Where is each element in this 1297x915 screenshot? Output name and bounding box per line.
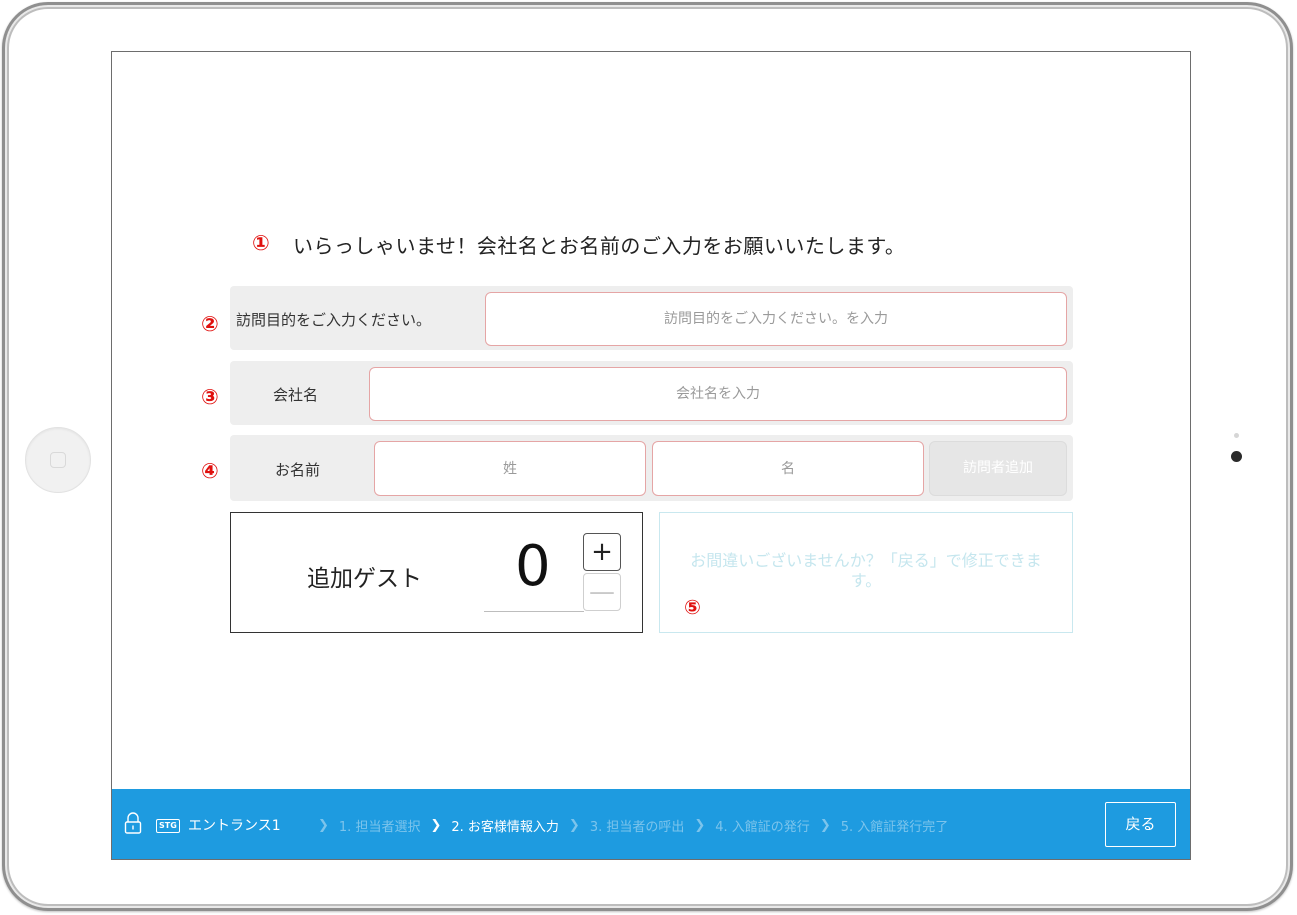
additional-guests-label: 追加ゲスト (307, 566, 422, 592)
annotation-marker-3: ③ (201, 385, 219, 409)
step-3: 3. 担当者の呼出 (589, 819, 685, 835)
company-input[interactable] (369, 367, 1067, 421)
annotation-marker-2: ② (201, 312, 219, 336)
increment-guests-button[interactable]: + (583, 533, 621, 571)
chevron-right-icon: ❯ (430, 817, 442, 833)
purpose-row: 訪問目的をご入力ください。 (230, 286, 1073, 350)
progress-steps: ❯ 1. 担当者選択 ❯ 2. お客様情報入力 ❯ 3. 担当者の呼出 ❯ 4.… (308, 815, 948, 835)
first-name-input[interactable] (652, 441, 924, 496)
chevron-right-icon: ❯ (318, 817, 329, 833)
home-button[interactable] (25, 427, 91, 493)
app-screen: ① いらっしゃいませ！会社名とお名前のご入力をお願いいたします。 ② 訪問目的を… (111, 51, 1191, 860)
annotation-marker-1: ① (252, 231, 270, 255)
name-row: お名前 訪問者追加 (230, 435, 1073, 501)
purpose-input[interactable] (485, 292, 1067, 346)
camera-icon (1231, 451, 1242, 462)
company-label: 会社名 (273, 386, 319, 404)
name-label: お名前 (275, 461, 321, 479)
lock-icon (124, 812, 142, 834)
additional-guests-panel: 追加ゲスト 0 + — (230, 512, 643, 633)
home-square-icon (50, 452, 66, 468)
add-visitor-button[interactable]: 訪問者追加 (929, 441, 1067, 496)
step-1: 1. 担当者選択 (338, 819, 421, 835)
step-5: 5. 入館証発行完了 (840, 819, 949, 835)
bottom-navigation-bar: STG エントランス1 ❯ 1. 担当者選択 ❯ 2. お客様情報入力 ❯ 3.… (112, 789, 1190, 859)
purpose-label: 訪問目的をご入力ください。 (236, 311, 432, 329)
guest-count-value: 0 (515, 534, 551, 599)
company-row: 会社名 (230, 361, 1073, 425)
step-4: 4. 入館証の発行 (715, 819, 810, 835)
guest-count-underline (484, 611, 584, 612)
chevron-right-icon: ❯ (819, 817, 831, 833)
decrement-guests-button[interactable]: — (583, 573, 621, 611)
greeting-message: いらっしゃいませ！会社名とお名前のご入力をお願いいたします。 (293, 234, 906, 258)
chevron-right-icon: ❯ (568, 817, 580, 833)
annotation-marker-5: ⑤ (684, 595, 701, 619)
last-name-input[interactable] (374, 441, 646, 496)
light-sensor (1234, 433, 1239, 438)
step-2-current: 2. お客様情報入力 (451, 819, 559, 835)
stg-badge: STG (156, 819, 180, 833)
entrance-name: エントランス1 (188, 818, 281, 834)
annotation-marker-4: ④ (201, 459, 219, 483)
back-button[interactable]: 戻る (1105, 802, 1176, 847)
chevron-right-icon: ❯ (694, 817, 706, 833)
confirmation-message: お間違いございませんか？「戻る」で修正できます。 (690, 551, 1042, 590)
confirmation-panel: お間違いございませんか？「戻る」で修正できます。 ⑤ (659, 512, 1073, 633)
